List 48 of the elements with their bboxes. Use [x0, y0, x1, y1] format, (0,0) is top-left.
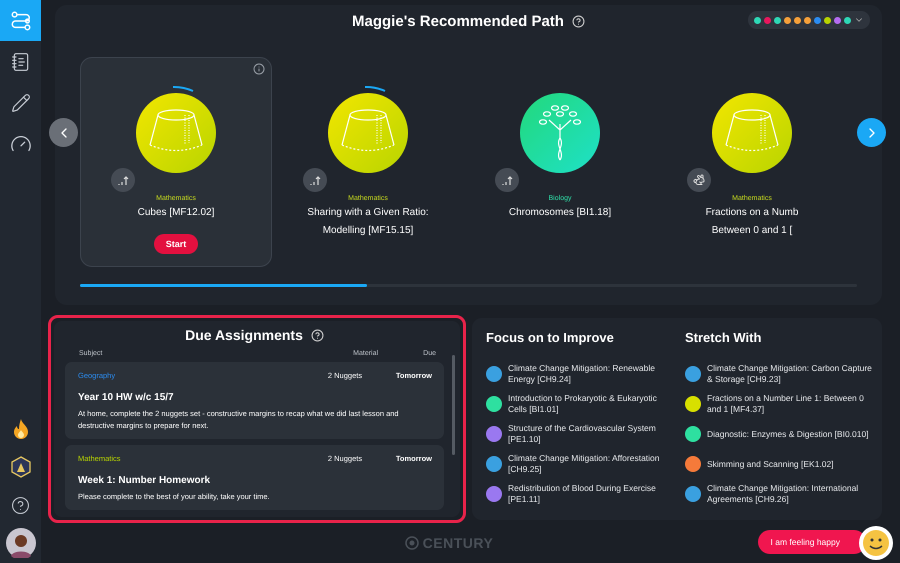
lesson-title: Between 0 and 1 [ — [712, 224, 792, 238]
cone-drawing — [341, 109, 395, 152]
topic-link[interactable]: Fractions on a Number Line 1: Between 0 and 1 [MF4.37] — [707, 393, 872, 415]
lesson-title: Fractions on a Numb — [706, 206, 798, 220]
lesson-title: Sharing with a Given Ratio: — [307, 206, 429, 220]
topic-link[interactable]: Structure of the Cardiovascular System [PE1.10] — [508, 423, 673, 445]
info-icon[interactable] — [253, 63, 265, 75]
section-title: Focus on to Improve — [486, 330, 615, 345]
avatar-icon[interactable] — [6, 528, 36, 558]
topic-link[interactable]: Introduction to Prokaryotic & Eukaryotic Cells [BI1.01] — [508, 393, 673, 415]
help-icon[interactable] — [310, 328, 324, 342]
flame-icon[interactable] — [12, 418, 30, 440]
topic-link[interactable]: Climate Change Mitigation: Afforestation [CH9.25] — [508, 453, 673, 475]
topic-link[interactable]: Climate Change Mitigation: Carbon Capture & Storage [CH9.23] — [707, 363, 872, 385]
lesson-title: Chromosomes [BI1.18] — [508, 206, 612, 220]
panel-title: Due Assignments — [185, 327, 303, 343]
help-icon[interactable] — [11, 496, 30, 514]
path-icon — [10, 10, 32, 32]
start-button[interactable]: Start — [154, 234, 198, 254]
previous-button[interactable] — [49, 118, 78, 147]
topic-link[interactable]: Skimming and Scanning [EK1.02] — [707, 458, 834, 470]
panel-title: Maggie's Recommended Path — [352, 12, 564, 30]
topic-link[interactable]: Redistribution of Blood During Exercise [PE1.11] — [508, 483, 673, 505]
next-button[interactable] — [857, 118, 886, 147]
logo-icon — [404, 536, 419, 550]
cone-drawing — [725, 109, 779, 152]
lesson-title: Cubes [MF12.02] — [138, 206, 214, 220]
assignment-title: Week 1: Number Homework — [78, 475, 212, 486]
subject-filter-dropdown[interactable] — [748, 11, 870, 29]
rabbit-icon — [693, 174, 705, 186]
assignment-title: Year 10 HW w/c 15/7 — [78, 392, 175, 403]
tree-drawing — [538, 105, 582, 161]
help-icon[interactable] — [572, 14, 585, 28]
hexagon-badge-icon[interactable] — [10, 456, 30, 478]
topic-link[interactable]: Climate Change Mitigation: Renewable Energy [CH9.24] — [508, 363, 673, 385]
scroll-thumb[interactable] — [80, 284, 368, 287]
pencil-icon — [10, 92, 30, 112]
section-title: Stretch With — [685, 330, 762, 345]
topic-link[interactable]: Diagnostic: Enzymes & Digestion [BI0.010] — [707, 428, 869, 440]
rising-bars-icon — [502, 174, 512, 186]
notebook-icon — [10, 52, 30, 72]
smiley-icon[interactable] — [858, 525, 894, 561]
lesson-title: Modelling [MF15.15] — [322, 224, 414, 238]
rising-bars-icon — [118, 174, 128, 186]
topic-link[interactable]: Climate Change Mitigation: International Agreements [CH9.26] — [707, 483, 872, 505]
rising-bars-icon — [310, 174, 320, 186]
cone-drawing — [149, 109, 203, 152]
scrollbar[interactable] — [452, 355, 455, 455]
